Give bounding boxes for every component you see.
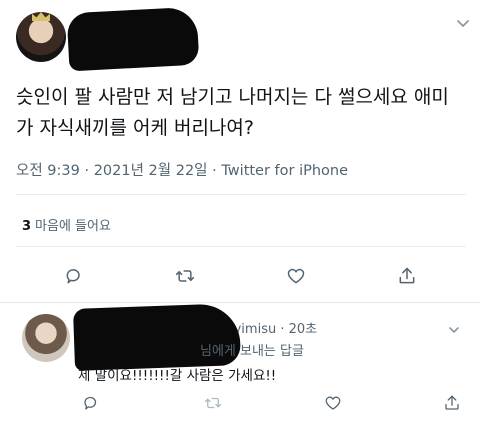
redaction-block xyxy=(66,6,200,72)
reply-time: 20초 xyxy=(288,322,318,337)
like-button[interactable] xyxy=(324,394,342,412)
reply-button[interactable] xyxy=(64,266,84,286)
meta-separator: · xyxy=(207,163,222,179)
tweet-source[interactable]: Twitter for iPhone xyxy=(221,163,348,179)
share-icon xyxy=(445,395,459,410)
reply-text: 제 말이요!!!!!!!갈 사람은 가세요!! xyxy=(78,368,277,384)
share-icon xyxy=(399,267,415,284)
reply-icon xyxy=(66,269,80,284)
meta-separator: · xyxy=(79,163,94,179)
reply-author-avatar[interactable] xyxy=(22,314,70,362)
tweet-text: 슷인이 팔 사람만 저 남기고 나머지는 다 썰으세요 애미가 자식새끼를 어케… xyxy=(16,86,449,139)
retweet-icon xyxy=(204,397,222,409)
divider xyxy=(16,194,466,195)
tweet-time[interactable]: 오전 9:39 xyxy=(16,163,80,179)
chevron-down-icon[interactable] xyxy=(456,14,470,28)
likes-summary[interactable]: 3 마음에 들어요 xyxy=(22,215,111,234)
like-button[interactable] xyxy=(286,266,306,286)
chevron-down-icon[interactable] xyxy=(448,320,460,334)
likes-label: 마음에 들어요 xyxy=(35,219,111,234)
retweet-button[interactable] xyxy=(175,266,195,286)
divider xyxy=(0,302,480,303)
replying-to[interactable]: 님에게 보내는 답글 xyxy=(200,340,304,359)
redaction-block xyxy=(72,303,242,371)
heart-icon xyxy=(325,396,341,410)
share-button[interactable] xyxy=(397,266,417,286)
heart-icon xyxy=(287,268,305,284)
meta-separator: · xyxy=(276,322,289,337)
reply-button[interactable] xyxy=(82,394,100,412)
share-button[interactable] xyxy=(443,394,461,412)
divider xyxy=(16,246,466,247)
likes-count: 3 xyxy=(22,219,32,234)
reply-icon xyxy=(84,396,97,410)
retweet-button[interactable] xyxy=(204,394,222,412)
tweet-meta: 오전 9:39 · 2021년 2월 22일 · Twitter for iPh… xyxy=(16,159,348,180)
retweet-icon xyxy=(175,270,195,282)
tweet-date[interactable]: 2021년 2월 22일 xyxy=(94,163,208,179)
